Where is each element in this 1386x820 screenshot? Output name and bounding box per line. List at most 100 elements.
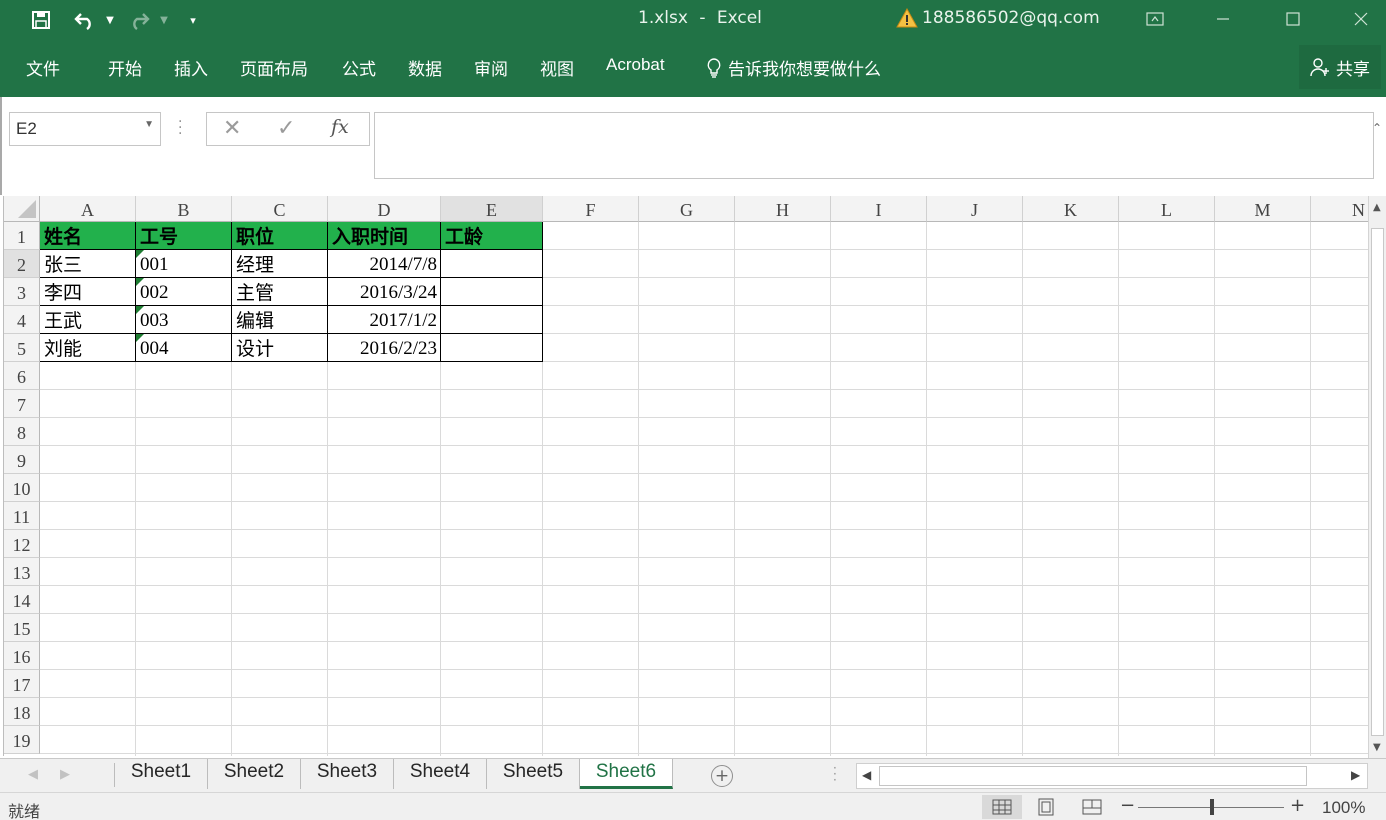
zoom-slider-thumb[interactable] — [1210, 799, 1214, 815]
column-header-b[interactable]: B — [136, 196, 232, 222]
column-header-j[interactable]: J — [927, 196, 1023, 222]
sheet-tab-4[interactable]: Sheet4 — [394, 759, 487, 789]
horizontal-scroll-thumb[interactable] — [879, 766, 1307, 786]
collapse-formula-bar-icon[interactable]: ⌃ — [1372, 121, 1382, 135]
header-cell-position[interactable]: 职位 — [232, 222, 328, 250]
customize-qat-icon[interactable]: ▾ — [184, 6, 202, 34]
zoom-in-icon[interactable]: + — [1290, 795, 1305, 816]
table-cell[interactable]: 2016/2/23 — [328, 334, 441, 362]
header-cell-seniority[interactable]: 工龄 — [441, 222, 543, 250]
row-header-5[interactable]: 5 — [4, 334, 40, 362]
column-header-h[interactable]: H — [735, 196, 831, 222]
new-sheet-button[interactable]: + — [711, 765, 733, 787]
tab-splitter-icon[interactable]: · · · — [833, 762, 837, 786]
insert-function-icon[interactable]: fx — [331, 116, 349, 138]
row-header-19[interactable]: 19 — [4, 726, 40, 754]
table-cell[interactable] — [441, 334, 543, 362]
table-cell[interactable]: 主管 — [232, 278, 328, 306]
error-indicator-icon[interactable] — [136, 334, 144, 342]
column-header-e[interactable]: E — [441, 196, 543, 222]
table-cell[interactable]: 2014/7/8 — [328, 250, 441, 278]
column-header-l[interactable]: L — [1119, 196, 1215, 222]
table-cell[interactable]: 2017/1/2 — [328, 306, 441, 334]
maximize-icon[interactable] — [1270, 0, 1316, 38]
tab-acrobat[interactable]: Acrobat — [606, 55, 665, 75]
table-cell[interactable]: 004 — [136, 334, 232, 362]
row-header-7[interactable]: 7 — [4, 390, 40, 418]
next-sheet-icon[interactable]: ▶ — [60, 767, 70, 782]
table-cell[interactable]: 002 — [136, 278, 232, 306]
scroll-up-icon[interactable]: ▲ — [1373, 202, 1381, 213]
table-cell[interactable]: 001 — [136, 250, 232, 278]
row-header-11[interactable]: 11 — [4, 502, 40, 530]
tab-file[interactable]: 文件 — [26, 55, 60, 80]
cancel-icon[interactable]: ✕ — [223, 116, 241, 141]
page-break-view-icon[interactable] — [1072, 795, 1112, 819]
column-header-d[interactable]: D — [328, 196, 441, 222]
tab-insert[interactable]: 插入 — [174, 55, 208, 80]
column-header-c[interactable]: C — [232, 196, 328, 222]
resize-handle-icon[interactable]: · · · — [178, 115, 182, 141]
enter-icon[interactable]: ✓ — [277, 116, 295, 141]
undo-dropdown-icon[interactable]: ▼ — [102, 6, 118, 34]
table-cell[interactable]: 设计 — [232, 334, 328, 362]
sheet-tab-6[interactable]: Sheet6 — [580, 759, 673, 789]
vertical-scroll-thumb[interactable] — [1371, 228, 1384, 736]
undo-icon[interactable] — [70, 6, 100, 34]
column-header-i[interactable]: I — [831, 196, 927, 222]
tab-review[interactable]: 审阅 — [474, 55, 508, 80]
table-cell[interactable]: 张三 — [40, 250, 136, 278]
name-box[interactable]: E2 ▼ — [9, 112, 161, 146]
table-cell[interactable]: 编辑 — [232, 306, 328, 334]
error-indicator-icon[interactable] — [136, 250, 144, 258]
column-header-m[interactable]: M — [1215, 196, 1311, 222]
tab-home[interactable]: 开始 — [108, 55, 142, 80]
minimize-icon[interactable] — [1200, 0, 1246, 38]
row-header-14[interactable]: 14 — [4, 586, 40, 614]
prev-sheet-icon[interactable]: ◀ — [28, 767, 38, 782]
column-header-g[interactable]: G — [639, 196, 735, 222]
table-cell[interactable]: 经理 — [232, 250, 328, 278]
error-indicator-icon[interactable] — [136, 306, 144, 314]
normal-view-icon[interactable] — [982, 795, 1022, 819]
table-cell[interactable] — [441, 250, 543, 278]
select-all-button[interactable] — [4, 196, 40, 222]
header-cell-id[interactable]: 工号 — [136, 222, 232, 250]
worksheet-grid[interactable]: A B C D E F G H I J K L M N 1 2 3 4 5 6 … — [3, 196, 1370, 756]
table-cell[interactable] — [441, 278, 543, 306]
row-header-1[interactable]: 1 — [4, 222, 40, 250]
row-header-15[interactable]: 15 — [4, 614, 40, 642]
header-cell-name[interactable]: 姓名 — [40, 222, 136, 250]
column-header-a[interactable]: A — [40, 196, 136, 222]
scroll-left-icon[interactable]: ◀ — [862, 768, 871, 782]
tab-formulas[interactable]: 公式 — [342, 55, 376, 80]
sheet-tab-2[interactable]: Sheet2 — [208, 759, 301, 789]
formula-input[interactable] — [374, 112, 1374, 179]
column-header-k[interactable]: K — [1023, 196, 1119, 222]
table-cell[interactable] — [441, 306, 543, 334]
header-cell-hire-date[interactable]: 入职时间 — [328, 222, 441, 250]
row-header-9[interactable]: 9 — [4, 446, 40, 474]
row-header-4[interactable]: 4 — [4, 306, 40, 334]
tab-view[interactable]: 视图 — [540, 55, 574, 80]
share-button[interactable]: 共享 — [1299, 45, 1381, 89]
redo-icon[interactable] — [124, 6, 154, 34]
ribbon-display-options-icon[interactable] — [1132, 0, 1178, 38]
row-header-17[interactable]: 17 — [4, 670, 40, 698]
sheet-tab-1[interactable]: Sheet1 — [115, 759, 208, 789]
row-header-8[interactable]: 8 — [4, 418, 40, 446]
row-header-6[interactable]: 6 — [4, 362, 40, 390]
scroll-down-icon[interactable]: ▼ — [1373, 742, 1381, 753]
redo-dropdown-icon[interactable]: ▼ — [156, 6, 172, 34]
sheet-tab-3[interactable]: Sheet3 — [301, 759, 394, 789]
column-header-f[interactable]: F — [543, 196, 639, 222]
zoom-out-icon[interactable]: − — [1120, 795, 1135, 816]
account-area[interactable]: 188586502@qq.com — [896, 8, 1100, 28]
column-header-n[interactable]: N — [1311, 196, 1370, 222]
scroll-right-icon[interactable]: ▶ — [1351, 768, 1360, 782]
zoom-level[interactable]: 100% — [1322, 798, 1365, 818]
close-icon[interactable] — [1338, 0, 1384, 38]
page-layout-view-icon[interactable] — [1026, 795, 1066, 819]
table-cell[interactable]: 李四 — [40, 278, 136, 306]
save-icon[interactable] — [26, 6, 56, 34]
